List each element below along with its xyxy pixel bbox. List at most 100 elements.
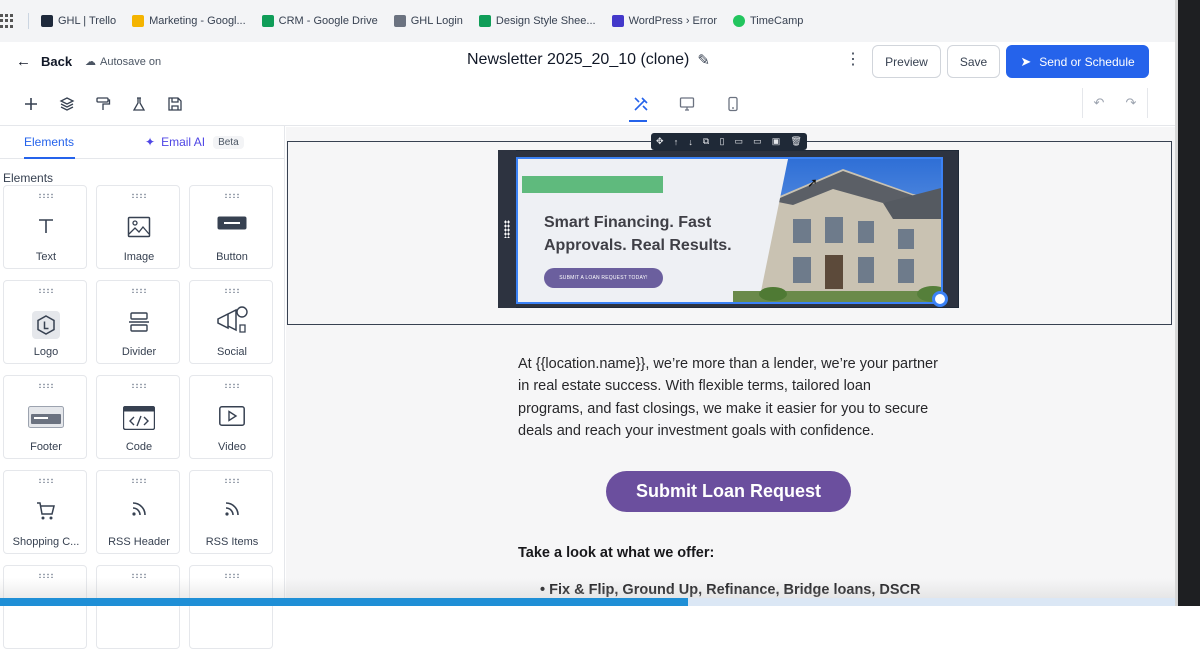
design-tools-icon[interactable] [629, 94, 651, 122]
elements-sidebar: Elements ✦ Email AI Beta Elements Text I… [0, 126, 285, 649]
bookmark-item[interactable]: Marketing - Googl... [132, 15, 246, 27]
element-tile-video[interactable]: Video [189, 375, 273, 459]
layers-icon[interactable] [57, 94, 77, 114]
save-template-icon[interactable] [165, 94, 185, 114]
apps-grid-icon[interactable] [0, 14, 14, 28]
drag-handle-icon[interactable] [498, 150, 516, 308]
send-icon: ➤ [1020, 53, 1032, 69]
footer-icon [4, 406, 88, 433]
element-tile-footer[interactable]: Footer [3, 375, 87, 459]
move-icon[interactable]: ✥ [656, 136, 664, 147]
drag-dots-icon [131, 573, 147, 578]
cloud-icon: ☁ [85, 56, 96, 68]
bookmark-item[interactable]: GHL Login [393, 15, 463, 27]
send-or-schedule-button[interactable]: ➤ Send or Schedule [1006, 45, 1149, 78]
offer-heading[interactable]: Take a look at what we offer: [518, 545, 714, 561]
progress-bar [0, 598, 1175, 606]
tab-email-ai[interactable]: ✦ Email AI Beta [145, 135, 244, 149]
save-button[interactable]: Save [947, 45, 1000, 78]
move-up-icon[interactable]: ↑ [674, 137, 679, 147]
sparkle-icon: ✦ [145, 135, 156, 149]
drag-dots-icon [38, 288, 54, 293]
logo-placeholder-bar [522, 176, 663, 193]
resize-handle[interactable] [932, 291, 948, 307]
add-icon[interactable] [21, 94, 41, 114]
element-tile-rss-header[interactable]: RSS Header [96, 470, 180, 554]
bookmark-item[interactable]: CRM - Google Drive [261, 15, 378, 27]
element-tile-image[interactable]: Image [96, 185, 180, 269]
bookmark-item[interactable]: GHL | Trello [41, 15, 116, 27]
shopping-cart-icon [4, 501, 88, 526]
block-toolbar: ✥ ↑ ↓ ⧉ ▯ ▭ ▭ ▣ 🗑 [651, 133, 807, 150]
drag-dots-icon [131, 288, 147, 293]
google-drive-icon [261, 15, 274, 27]
divider-icon [97, 311, 181, 338]
beta-badge: Beta [213, 135, 244, 149]
code-icon [97, 405, 181, 435]
sidebar-tabs: Elements ✦ Email AI Beta [0, 126, 285, 159]
bookmark-item[interactable]: Design Style Shee... [478, 15, 596, 27]
hide-icon[interactable]: ▭ [753, 136, 762, 147]
trello-icon [41, 15, 53, 27]
rss-icon [190, 501, 274, 522]
hero-banner-image[interactable]: Smart Financing. Fast Approvals. Real Re… [516, 157, 943, 304]
element-tile-text[interactable]: Text [3, 185, 87, 269]
drag-dots-icon [38, 573, 54, 578]
move-down-icon[interactable]: ↓ [688, 137, 693, 147]
bookmark-item[interactable]: WordPress › Error [611, 15, 717, 27]
page-title: Newsletter 2025_20_10 (clone) ✎ [467, 51, 710, 69]
preview-button[interactable]: Preview [872, 45, 941, 78]
drag-dots-icon [224, 478, 240, 483]
section-label: Elements [3, 171, 54, 185]
mobile-visibility-icon[interactable]: ▯ [719, 136, 724, 147]
autosave-status: ☁ Autosave on [85, 55, 162, 69]
element-tile-more[interactable] [189, 565, 273, 649]
drag-dots-icon [224, 193, 240, 198]
pencil-icon[interactable]: ✎ [697, 51, 710, 69]
paint-roller-icon[interactable] [93, 94, 113, 114]
element-tile-social[interactable]: Social [189, 280, 273, 364]
element-tile-shopping-cart[interactable]: Shopping C... [3, 470, 87, 554]
wordpress-icon [611, 15, 624, 27]
redo-icon[interactable]: ↷ [1126, 95, 1137, 111]
google-drive-icon [132, 15, 145, 27]
back-button[interactable]: ← Back [16, 53, 72, 70]
rss-icon [97, 501, 181, 522]
bookmark-item[interactable]: TimeCamp [732, 15, 803, 27]
house-photo [733, 159, 941, 302]
duplicate-icon[interactable]: ⧉ [703, 136, 709, 147]
save-block-icon[interactable]: ▣ [772, 136, 781, 147]
text-icon [4, 216, 88, 241]
offer-list-item[interactable]: • Fix & Flip, Ground Up, Refinance, Brid… [540, 582, 921, 598]
desktop-visibility-icon[interactable]: ▭ [735, 136, 744, 147]
element-tile-logo[interactable]: Logo [3, 280, 87, 364]
undo-icon[interactable]: ↶ [1094, 95, 1105, 111]
drag-dots-icon [131, 193, 147, 198]
banner-cta: SUBMIT A LOAN REQUEST TODAY! [544, 268, 663, 288]
element-tile-more[interactable] [96, 565, 180, 649]
video-icon [190, 406, 274, 431]
delete-icon[interactable]: 🗑 [790, 136, 801, 147]
element-tile-divider[interactable]: Divider [96, 280, 180, 364]
element-tile-more[interactable] [3, 565, 87, 649]
flask-icon[interactable] [129, 94, 149, 114]
tab-elements[interactable]: Elements [24, 135, 76, 159]
submit-loan-request-button[interactable]: Submit Loan Request [606, 471, 851, 512]
banner-headline: Smart Financing. Fast Approvals. Real Re… [544, 214, 732, 254]
element-tile-code[interactable]: Code [96, 375, 180, 459]
drag-dots-icon [224, 573, 240, 578]
progress-fill [0, 598, 688, 606]
bookmarks-bar: GHL | Trello Marketing - Googl... CRM - … [0, 0, 1175, 42]
more-options-icon[interactable]: ⋮ [845, 52, 861, 68]
history-controls: ↶ ↷ [1082, 88, 1148, 118]
element-tile-rss-items[interactable]: RSS Items [189, 470, 273, 554]
timecamp-icon [732, 15, 745, 27]
drag-dots-icon [131, 478, 147, 483]
button-icon [190, 216, 274, 235]
drag-dots-icon [38, 193, 54, 198]
google-sheets-icon [478, 15, 491, 27]
mobile-view-icon[interactable] [723, 94, 743, 114]
body-paragraph[interactable]: At {{location.name}}, we’re more than a … [518, 353, 938, 443]
desktop-view-icon[interactable] [677, 94, 697, 114]
element-tile-button[interactable]: Button [189, 185, 273, 269]
